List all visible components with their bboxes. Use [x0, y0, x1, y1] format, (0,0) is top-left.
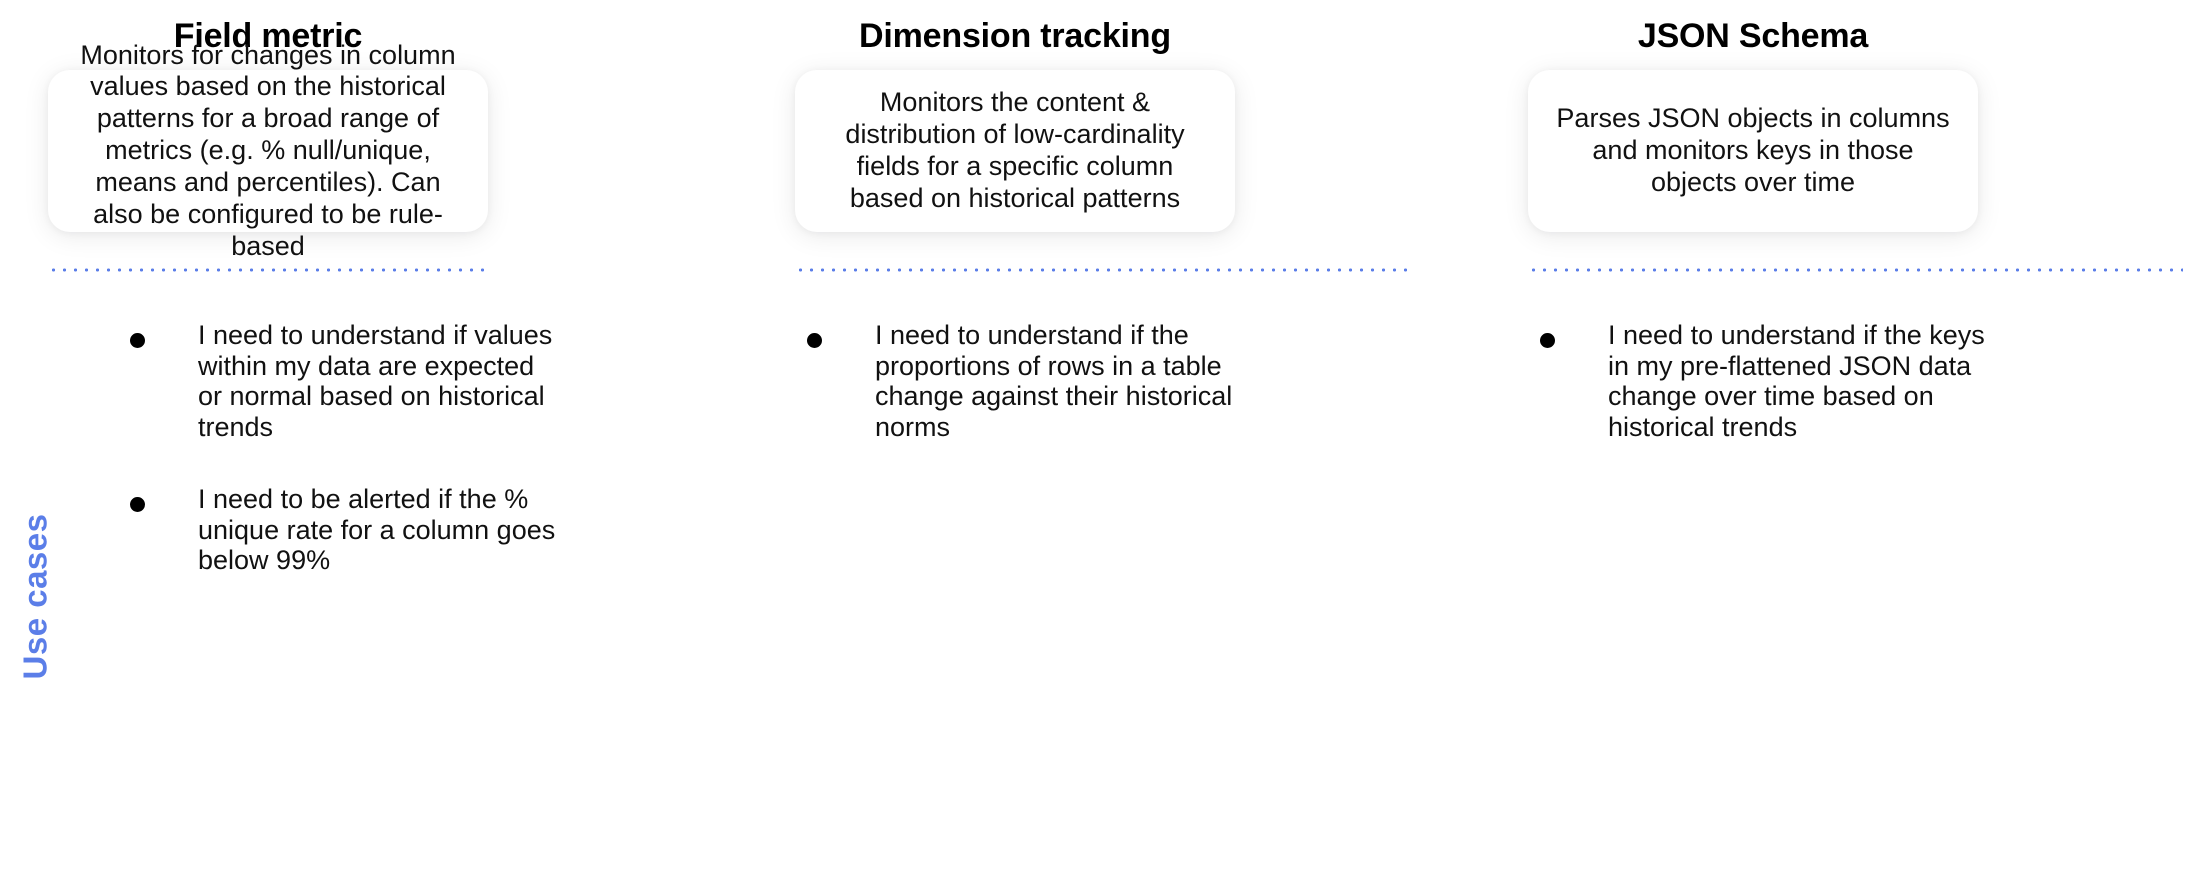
description-card: Monitors the content & distribution of l… — [795, 70, 1235, 232]
columns-container: Field metric Monitors for changes in col… — [0, 0, 2194, 874]
description-card-text: Monitors the content & distribution of l… — [845, 87, 1185, 213]
use-case-text: I need to understand if the proportions … — [875, 320, 1233, 442]
use-case-text: I need to understand if values within my… — [198, 320, 553, 442]
column-field-metric: Field metric Monitors for changes in col… — [48, 0, 688, 874]
list-item: I need to understand if the keys in my p… — [1540, 320, 2010, 442]
column-json-schema: JSON Schema Parses JSON objects in colum… — [1528, 0, 2183, 874]
bullet-dot-icon — [807, 333, 822, 348]
description-card: Monitors for changes in column values ba… — [48, 40, 488, 261]
list-item: I need to understand if the proportions … — [807, 320, 1237, 442]
section-divider — [48, 268, 488, 272]
section-divider — [795, 268, 1415, 272]
bullet-dot-icon — [1540, 333, 1555, 348]
list-item: I need to understand if values within my… — [130, 320, 560, 442]
column-title: Dimension tracking — [859, 17, 1171, 55]
section-divider — [1528, 268, 2183, 272]
bullet-dot-icon — [130, 497, 145, 512]
use-case-list: I need to understand if the keys in my p… — [1540, 320, 2010, 484]
column-dimension-tracking: Dimension tracking Monitors the content … — [795, 0, 1415, 874]
use-case-list: I need to understand if the proportions … — [807, 320, 1237, 484]
comparison-slide: Use cases Field metric Monitors for chan… — [0, 0, 2194, 874]
description-card-text: Parses JSON objects in columns and monit… — [1556, 103, 1950, 197]
description-card: Parses JSON objects in columns and monit… — [1528, 70, 1978, 232]
use-case-text: I need to be alerted if the % unique rat… — [198, 484, 556, 575]
bullet-dot-icon — [130, 333, 145, 348]
description-card-text: Monitors for changes in column values ba… — [80, 39, 456, 261]
list-item: I need to be alerted if the % unique rat… — [130, 484, 560, 576]
column-title: JSON Schema — [1637, 17, 1869, 55]
use-case-list: I need to understand if values within my… — [130, 320, 560, 618]
use-case-text: I need to understand if the keys in my p… — [1608, 320, 1985, 442]
